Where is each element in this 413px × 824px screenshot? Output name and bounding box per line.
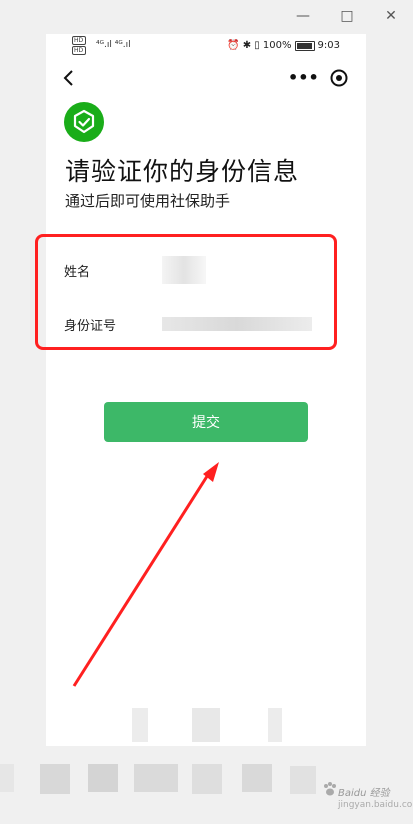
blurred-footer bbox=[46, 708, 366, 746]
phone-screen: HD HD ⁴ᴳ.ıl ⁴ᴳ.ıl ⏰ ✱ ▯ 100% 9:03 ••• 请验… bbox=[46, 34, 366, 746]
minimize-button[interactable]: — bbox=[292, 6, 314, 26]
close-window-button[interactable]: ✕ bbox=[380, 6, 402, 26]
annotation-highlight-box bbox=[35, 234, 337, 350]
blur-block bbox=[192, 764, 222, 794]
more-options-button[interactable]: ••• bbox=[288, 67, 319, 89]
hd-badge-2: HD bbox=[72, 46, 86, 55]
paw-icon bbox=[324, 782, 336, 796]
shield-logo bbox=[64, 102, 104, 142]
blur-block bbox=[0, 764, 14, 792]
submit-button[interactable]: 提交 bbox=[104, 402, 308, 442]
watermark-url: jingyan.baidu.com bbox=[338, 800, 413, 810]
chevron-left-icon bbox=[63, 70, 73, 86]
blur-block bbox=[134, 764, 178, 792]
blur-block bbox=[242, 764, 272, 792]
shield-check-icon bbox=[73, 109, 95, 134]
window-titlebar: — □ ✕ bbox=[0, 0, 413, 32]
page-subtitle: 通过后即可使用社保助手 bbox=[65, 192, 231, 210]
blur-block bbox=[40, 764, 70, 794]
miniprogram-close-button[interactable] bbox=[329, 68, 349, 88]
watermark-text: Baidu 经验 bbox=[338, 788, 390, 799]
status-right: ⏰ ✱ ▯ 100% 9:03 bbox=[227, 40, 340, 51]
page-title: 请验证你的身份信息 bbox=[65, 157, 300, 186]
navigation-bar: ••• bbox=[46, 64, 366, 92]
battery-icon bbox=[294, 40, 315, 51]
hd-badge-1: HD bbox=[72, 36, 86, 45]
maximize-button[interactable]: □ bbox=[336, 6, 358, 26]
blur-block bbox=[132, 708, 148, 742]
network-indicator: HD HD ⁴ᴳ.ıl ⁴ᴳ.ıl bbox=[72, 36, 131, 55]
blur-block bbox=[268, 708, 282, 742]
target-icon bbox=[330, 69, 348, 87]
blur-block bbox=[192, 708, 220, 742]
status-icons: ⏰ ✱ ▯ 100% bbox=[227, 40, 292, 51]
status-bar: HD HD ⁴ᴳ.ıl ⁴ᴳ.ıl ⏰ ✱ ▯ 100% 9:03 bbox=[46, 34, 366, 58]
blur-block bbox=[290, 766, 316, 794]
blur-block bbox=[88, 764, 118, 792]
status-time: 9:03 bbox=[317, 40, 340, 51]
back-button[interactable] bbox=[58, 66, 82, 90]
signal-icon: ⁴ᴳ.ıl ⁴ᴳ.ıl bbox=[96, 40, 131, 50]
watermark: Baidu 经验 jingyan.baidu.com bbox=[320, 768, 413, 820]
